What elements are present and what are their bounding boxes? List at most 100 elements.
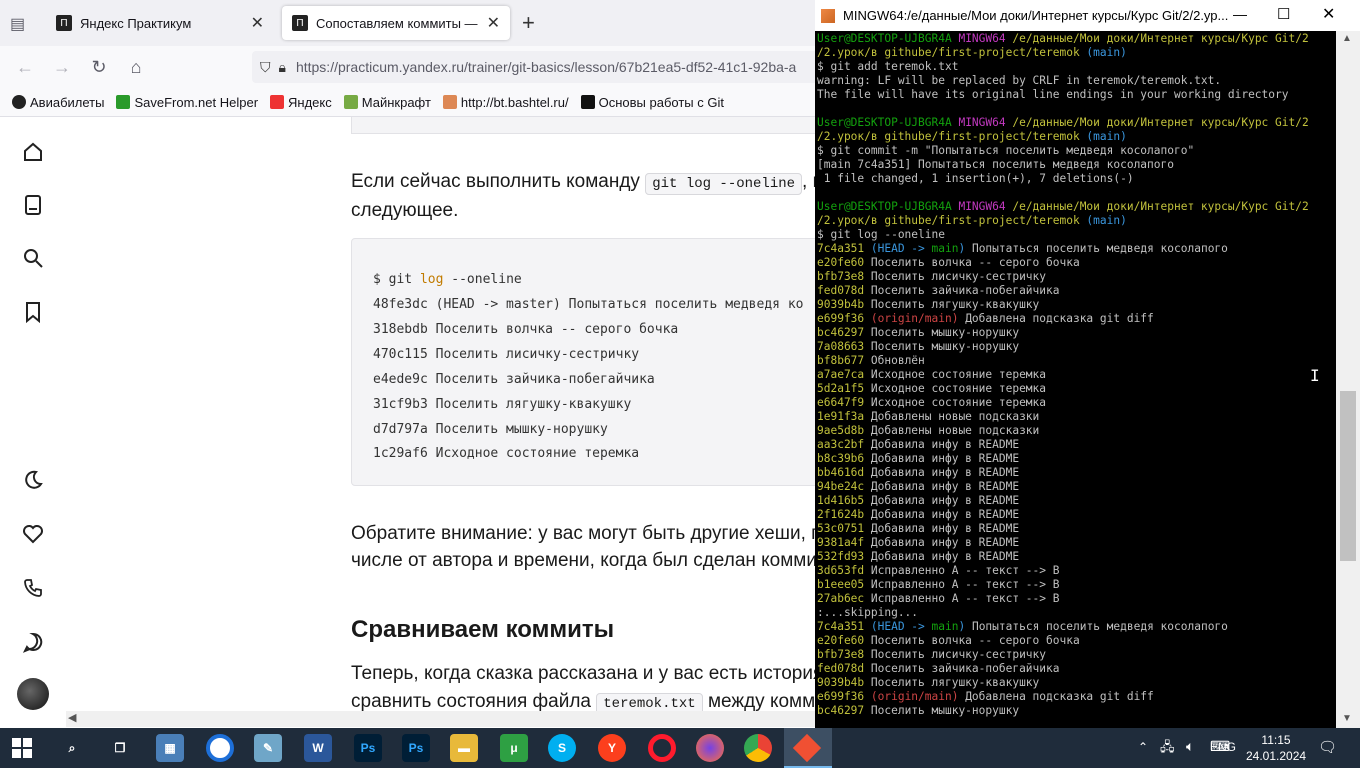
code-line: 1c29af6 Исходное состояние теремка xyxy=(373,446,640,461)
terminal-line: b8c39b6 Добавила инфу в README xyxy=(817,452,1019,466)
tab-title: Яндекс Практикум xyxy=(80,15,192,31)
chrome-icon[interactable] xyxy=(744,734,772,762)
terminal-text: 1 file changed, 1 insertion(+), 7 deleti… xyxy=(817,172,1134,185)
skype-icon[interactable]: S xyxy=(548,734,576,762)
terminal-line: e20fe60 Поселить волчка -- серого бочка xyxy=(817,256,1080,270)
bookmark-bashtel[interactable]: http://bt.bashtel.ru/ xyxy=(442,95,569,110)
terminal-text: $ git add teremok.txt xyxy=(817,60,959,73)
terminal-text: User@DESKTOP-UJBGR4A xyxy=(817,200,959,213)
terminal-line: e699f36 (origin/main) Добавлена подсказк… xyxy=(817,312,1154,326)
home-icon[interactable] xyxy=(20,139,46,165)
calculator-icon[interactable]: ▦ xyxy=(156,734,184,762)
terminal-line: 9ae5d8b Добавлены новые подсказки xyxy=(817,424,1039,438)
clock[interactable]: 11:15 24.01.2024 xyxy=(1246,732,1306,764)
bookmark-yandex[interactable]: Яндекс xyxy=(270,95,332,110)
terminal-line: 2f1624b Добавила инфу в README xyxy=(817,508,1019,522)
firefox-icon[interactable] xyxy=(696,734,724,762)
terminal-line: b1eee05 Исправленно А -- текст --> В xyxy=(817,578,1059,592)
terminal-output[interactable]: User@DESKTOP-UJBGR4A MINGW64 /e/данные/М… xyxy=(817,31,1337,728)
maximize-icon[interactable]: ☐ xyxy=(1277,5,1290,23)
scroll-up-icon[interactable]: ▲ xyxy=(1342,33,1352,44)
heart-icon[interactable] xyxy=(20,521,46,547)
task-view-icon[interactable]: ❐ xyxy=(106,734,134,762)
bookmark-icon[interactable] xyxy=(20,299,46,325)
chat-icon[interactable] xyxy=(20,629,46,655)
bookmark-git-basics[interactable]: Основы работы с Git xyxy=(580,95,724,110)
terminal-text: (main) xyxy=(1086,130,1127,143)
terminal-text: Добавила инфу в README xyxy=(870,550,1020,563)
photoshop-icon[interactable]: Ps xyxy=(354,734,382,762)
notifications-icon[interactable]: 🗨︎ xyxy=(1318,738,1337,756)
forward-icon[interactable]: → xyxy=(50,55,74,79)
url-bar[interactable]: ⛉ 🔒︎ https://practicum.yandex.ru/trainer… xyxy=(252,51,818,83)
terminal-text: Добавила инфу в README xyxy=(870,466,1020,479)
horizontal-scrollbar[interactable]: ◀ xyxy=(66,711,816,727)
terminal-text: Поселить зайчика-побегайчика xyxy=(870,284,1060,297)
file-explorer-icon[interactable]: ▬ xyxy=(450,734,478,762)
terminal-text: b1eee05 xyxy=(817,578,871,591)
tab-active[interactable]: П Сопоставляем коммиты — Янд ✕ xyxy=(282,6,510,40)
terminal-window[interactable]: MINGW64:/e/данные/Мои доки/Интернет курс… xyxy=(815,0,1360,728)
volume-icon[interactable]: 🔈︎ xyxy=(1186,738,1194,755)
windows-start-icon[interactable] xyxy=(12,738,32,758)
scroll-down-icon[interactable]: ▼ xyxy=(1342,713,1352,724)
bookmark-minecraft[interactable]: Майнкрафт xyxy=(343,95,431,110)
avatar[interactable] xyxy=(17,678,49,710)
home-icon[interactable]: ⌂ xyxy=(124,55,148,79)
terminal-text: Добавлены новые подсказки xyxy=(870,424,1040,437)
terminal-text: aa3c2bf xyxy=(817,438,871,451)
opera-icon[interactable] xyxy=(648,734,676,762)
terminal-text: 7a08663 xyxy=(817,340,871,353)
terminal-line: bc46297 Поселить мышку-норушку xyxy=(817,704,1019,718)
bookmark-aviabilety[interactable]: Авиабилеты xyxy=(12,95,104,110)
terminal-text: [main 7c4a351] Попытаться поселить медве… xyxy=(817,158,1174,171)
browser-app-icon[interactable] xyxy=(206,734,234,762)
terminal-text: e6647f9 xyxy=(817,396,871,409)
terminal-scrollbar[interactable]: ▲ ▼ xyxy=(1336,31,1360,728)
moon-icon[interactable] xyxy=(20,467,46,493)
terminal-text: /2.урок/в githube/first-project/teremok xyxy=(817,214,1087,227)
terminal-text: Исправленно А -- текст --> В xyxy=(870,592,1060,605)
yandex-browser-icon[interactable]: Y xyxy=(598,734,626,762)
terminal-line: 7c4a351 (HEAD -> main) Попытаться посели… xyxy=(817,620,1228,634)
reload-icon[interactable]: ↻ xyxy=(87,55,111,79)
terminal-line: aa3c2bf Добавила инфу в README xyxy=(817,438,1019,452)
word-icon[interactable]: W xyxy=(304,734,332,762)
utorrent-icon[interactable]: μ xyxy=(500,734,528,762)
paint-icon[interactable]: ✎ xyxy=(254,734,282,762)
browser-nav-bar: ← → ↻ ⌂ ⛉ 🔒︎ https://practicum.yandex.ru… xyxy=(0,46,820,88)
tab-close-icon[interactable]: ✕ xyxy=(251,13,264,33)
search-icon[interactable] xyxy=(20,245,46,271)
close-icon[interactable]: ✕ xyxy=(1322,4,1335,24)
tab-list-icon[interactable]: ▤ xyxy=(10,14,30,33)
git-bash-taskbar-button[interactable] xyxy=(784,728,832,768)
terminal-text: Исходное состояние теремка xyxy=(870,368,1047,381)
terminal-line: 3d653fd Исправленно А -- текст --> В xyxy=(817,564,1059,578)
phone-icon[interactable] xyxy=(20,575,46,601)
tab-yandex-practicum[interactable]: П Яндекс Практикум ✕ xyxy=(46,6,274,40)
bookmark-savefrom[interactable]: SaveFrom.net Helper xyxy=(116,95,258,110)
tab-close-icon[interactable]: ✕ xyxy=(487,13,500,33)
back-icon[interactable]: ← xyxy=(13,55,37,79)
terminal-text: bfb73e8 xyxy=(817,648,871,661)
terminal-line: /2.урок/в githube/first-project/teremok … xyxy=(817,214,1127,228)
terminal-text: e20fe60 xyxy=(817,256,871,269)
terminal-line: 1 file changed, 1 insertion(+), 7 deleti… xyxy=(817,172,1134,186)
tray-expand-icon[interactable]: ⌃ xyxy=(1138,740,1148,754)
terminal-text: 2f1624b xyxy=(817,508,871,521)
section-heading: Сравниваем коммиты xyxy=(351,616,615,643)
search-icon[interactable]: ⌕ xyxy=(58,734,86,762)
network-icon[interactable]: 🖧︎ xyxy=(1160,738,1175,760)
book-icon[interactable] xyxy=(20,192,46,218)
minimize-icon[interactable]: — xyxy=(1233,6,1247,22)
terminal-text: Добавлена подсказка git diff xyxy=(958,690,1154,703)
new-tab-icon[interactable]: + xyxy=(522,10,535,36)
terminal-text: Попытаться поселить медведя косолапого xyxy=(965,620,1228,633)
terminal-line: 94be24c Добавила инфу в README xyxy=(817,480,1019,494)
scroll-left-icon[interactable]: ◀ xyxy=(68,711,76,724)
photoshop-icon-2[interactable]: Ps xyxy=(402,734,430,762)
scrollbar-thumb[interactable] xyxy=(1340,391,1356,561)
terminal-line: 9039b4b Поселить лягушку-квакушку xyxy=(817,676,1039,690)
terminal-text: Обновлён xyxy=(870,354,925,367)
language-indicator[interactable]: ENG xyxy=(1210,740,1236,754)
